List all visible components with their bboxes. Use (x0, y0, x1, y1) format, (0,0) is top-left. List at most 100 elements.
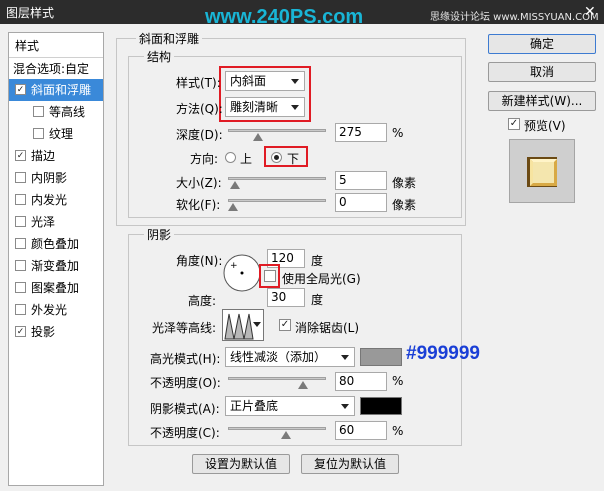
depth-input[interactable]: 275 (335, 123, 387, 142)
highlight-opacity-label: 不透明度(O): (150, 376, 221, 390)
slider-knob[interactable] (252, 133, 263, 141)
global-light-checkbox[interactable] (264, 270, 276, 282)
chevron-down-icon (253, 322, 261, 327)
style-item-checkbox[interactable] (33, 106, 44, 117)
style-item-label: 等高线 (49, 105, 86, 119)
highlight-mode-label: 高光模式(H): (150, 352, 221, 366)
style-item-checkbox[interactable] (15, 282, 26, 293)
style-item-2[interactable]: 等高线 (9, 101, 103, 123)
shadow-opacity-slider[interactable] (228, 427, 326, 430)
chevron-down-icon (341, 355, 349, 360)
style-item-checkbox[interactable] (15, 260, 26, 271)
contour-curve-icon (224, 313, 254, 340)
style-item-5[interactable]: 内阴影 (9, 167, 103, 189)
highlight-color-swatch[interactable] (360, 348, 402, 366)
style-list-header[interactable]: 样式 (9, 35, 103, 57)
style-preview-thumbnail (509, 139, 575, 203)
site-credit: 思缘设计论坛 www.MISSYUAN.COM (430, 12, 599, 23)
new-style-button[interactable]: 新建样式(W)... (488, 91, 596, 111)
style-item-3[interactable]: 纹理 (9, 123, 103, 145)
depth-unit: % (392, 126, 404, 140)
blend-options-item[interactable]: 混合选项:自定 (9, 57, 103, 80)
style-item-checkbox[interactable] (33, 128, 44, 139)
chevron-down-icon (341, 404, 349, 409)
style-list-panel: 样式 混合选项:自定 ✓ 斜面和浮雕等高线纹理 ✓ 描边 内阴影内发光光泽颜色叠加 渐变叠… (8, 32, 104, 486)
style-item-label: 投影 (31, 325, 56, 339)
style-dropdown[interactable]: 内斜面 (225, 71, 305, 91)
direction-down-radio[interactable] (271, 152, 282, 163)
highlight-opacity-unit: % (392, 374, 404, 388)
technique-label: 方法(Q): (176, 102, 223, 116)
style-item-checkbox[interactable]: ✓ (15, 150, 26, 161)
angle-dial[interactable]: + (222, 253, 262, 293)
technique-dropdown[interactable]: 雕刻清晰 (225, 97, 305, 117)
size-input[interactable]: 5 (335, 171, 387, 190)
style-item-8[interactable]: 颜色叠加 (9, 233, 103, 255)
slider-knob[interactable] (228, 203, 238, 211)
slider-knob[interactable] (280, 431, 291, 439)
style-item-label: 外发光 (31, 303, 68, 317)
style-item-checkbox[interactable] (15, 238, 26, 249)
style-item-label: 图案叠加 (31, 281, 80, 295)
shadow-color-swatch[interactable] (360, 397, 402, 415)
style-item-checkbox[interactable] (15, 304, 26, 315)
soften-unit: 像素 (392, 198, 417, 212)
style-item-9[interactable]: 渐变叠加 (9, 255, 103, 277)
style-item-checkbox[interactable] (15, 172, 26, 183)
altitude-unit: 度 (311, 293, 324, 307)
highlight-mode-dropdown[interactable]: 线性减淡（添加） (225, 347, 355, 367)
watermark-text: www.240PS.com (205, 6, 364, 28)
angle-unit: 度 (311, 254, 324, 268)
style-item-checkbox[interactable]: ✓ (15, 84, 26, 95)
antialias-checkbox[interactable]: ✓ (279, 319, 291, 331)
shadow-opacity-input[interactable]: 60 (335, 421, 387, 440)
bevel-group-title: 斜面和浮雕 (136, 30, 203, 47)
style-label: 样式(T): (176, 76, 221, 90)
highlight-color-annotation: #999999 (406, 343, 480, 364)
size-unit: 像素 (392, 176, 417, 190)
highlight-opacity-input[interactable]: 80 (335, 372, 387, 391)
direction-up-radio[interactable] (225, 152, 236, 163)
style-item-1[interactable]: ✓ 斜面和浮雕 (9, 79, 103, 101)
style-item-label: 纹理 (49, 127, 74, 141)
shading-title: 阴影 (144, 226, 175, 243)
highlight-opacity-slider[interactable] (228, 377, 326, 380)
gloss-contour-picker[interactable] (222, 309, 264, 341)
shadow-mode-dropdown[interactable]: 正片叠底 (225, 396, 355, 416)
direction-label: 方向: (190, 152, 219, 166)
global-light-label: 使用全局光(G) (282, 272, 361, 286)
style-item-checkbox[interactable] (15, 216, 26, 227)
slider-knob[interactable] (229, 181, 240, 189)
depth-slider[interactable] (228, 129, 326, 132)
cancel-button[interactable]: 取消 (488, 62, 596, 82)
gloss-contour-label: 光泽等高线: (152, 321, 217, 335)
style-item-11[interactable]: 外发光 (9, 299, 103, 321)
ok-button[interactable]: 确定 (488, 34, 596, 54)
style-item-checkbox[interactable] (15, 194, 26, 205)
altitude-input[interactable]: 30 (267, 288, 305, 307)
style-item-checkbox[interactable]: ✓ (15, 326, 26, 337)
size-slider[interactable] (228, 177, 326, 180)
soften-input[interactable]: 0 (335, 193, 387, 212)
preview-checkbox[interactable]: ✓ (508, 118, 520, 130)
style-item-6[interactable]: 内发光 (9, 189, 103, 211)
preview-label: 预览(V) (524, 119, 566, 133)
style-item-4[interactable]: ✓ 描边 (9, 145, 103, 167)
direction-up-label: 上 (240, 152, 253, 166)
shadow-mode-label: 阴影模式(A): (150, 402, 220, 416)
antialias-label: 消除锯齿(L) (295, 321, 360, 335)
style-item-label: 内发光 (31, 193, 68, 207)
angle-label: 角度(N): (176, 254, 223, 268)
chevron-down-icon (291, 105, 299, 110)
structure-title: 结构 (144, 48, 175, 65)
slider-knob[interactable] (298, 381, 309, 389)
style-item-12[interactable]: ✓ 投影 (9, 321, 103, 343)
make-default-button[interactable]: 设置为默认值 (192, 454, 290, 474)
style-item-10[interactable]: 图案叠加 (9, 277, 103, 299)
soften-slider[interactable] (228, 199, 326, 202)
direction-down-label: 下 (287, 152, 300, 166)
reset-default-button[interactable]: 复位为默认值 (301, 454, 399, 474)
style-item-label: 光泽 (31, 215, 56, 229)
close-icon[interactable]: ✕ (584, 4, 596, 20)
style-item-7[interactable]: 光泽 (9, 211, 103, 233)
